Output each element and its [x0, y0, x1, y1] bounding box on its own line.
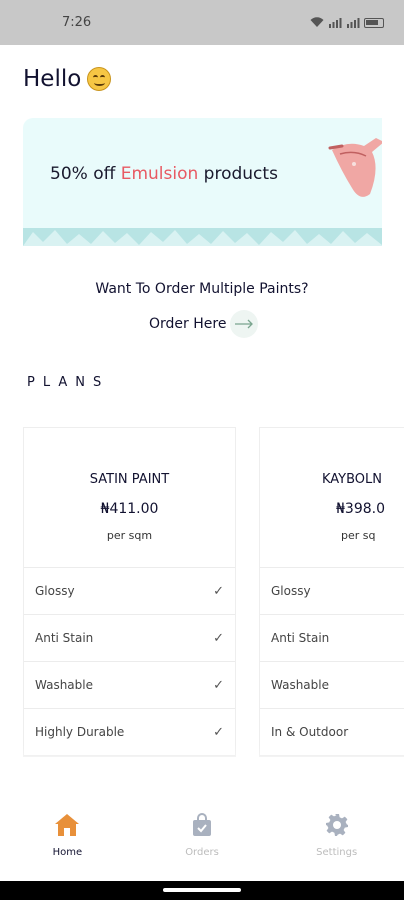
signal-icon-2 — [347, 18, 360, 28]
orders-bag-icon — [193, 813, 211, 836]
tab-settings[interactable]: Settings — [269, 785, 404, 881]
greeting-text: Hello — [23, 66, 82, 92]
tab-settings-label: Settings — [316, 847, 358, 858]
check-icon: ✓ — [213, 630, 224, 646]
feature-label: Highly Durable — [35, 725, 125, 739]
status-bar: 7:26 — [0, 0, 404, 45]
plan-card-kaybold[interactable]: KAYBOLN ₦398.0 per sq Glossy Anti Stain … — [259, 427, 404, 757]
status-icons — [310, 17, 384, 28]
gear-icon — [325, 814, 348, 836]
bottom-tab-bar: Home Orders Settings — [0, 785, 404, 881]
plan-header: SATIN PAINT ₦411.00 per sqm — [24, 428, 235, 568]
plan-price: ₦411.00 — [100, 501, 159, 517]
check-icon: ✓ — [213, 583, 224, 599]
plan-card-satin[interactable]: SATIN PAINT ₦411.00 per sqm Glossy ✓ Anti… — [23, 427, 236, 757]
plan-feature: Anti Stain ✓ — [24, 615, 235, 662]
feature-label: Glossy — [271, 584, 311, 598]
plan-name: KAYBOLN — [322, 472, 383, 487]
banner-suffix: products — [198, 164, 278, 184]
banner-highlight: Emulsion — [120, 164, 199, 184]
signal-icon — [329, 18, 342, 28]
plan-feature: Glossy ✓ — [24, 568, 235, 615]
plan-unit: per sqm — [106, 529, 153, 542]
plan-feature: Washable ✓ — [24, 662, 235, 709]
battery-icon — [364, 17, 384, 28]
plan-price: ₦398.0 — [336, 501, 385, 517]
feature-label: Anti Stain — [271, 631, 330, 645]
plan-feature: Washable — [260, 662, 404, 709]
check-icon: ✓ — [213, 677, 224, 693]
system-nav-bar — [0, 881, 404, 900]
tab-orders[interactable]: Orders — [135, 785, 270, 881]
plans-heading: PLANS — [27, 375, 110, 390]
tab-home-label: Home — [52, 847, 83, 858]
feature-label: Glossy — [35, 584, 75, 598]
scroll-fade — [0, 745, 404, 785]
feature-label: Washable — [35, 678, 93, 692]
order-here-label: Order Here — [149, 316, 227, 332]
smiley-emoji-icon — [87, 67, 112, 91]
tab-home[interactable]: Home — [0, 785, 135, 881]
home-gesture-pill[interactable] — [163, 888, 241, 892]
status-time: 7:26 — [62, 15, 92, 30]
banner-pattern-strip — [23, 228, 382, 246]
plan-name: SATIN PAINT — [89, 472, 170, 487]
check-icon: ✓ — [213, 724, 224, 740]
feature-label: Anti Stain — [35, 631, 94, 645]
feature-label: In & Outdoor — [271, 725, 349, 739]
tab-orders-label: Orders — [185, 847, 219, 858]
greeting: Hello — [23, 66, 112, 92]
wifi-icon — [310, 17, 324, 27]
multi-order-question: Want To Order Multiple Paints? — [95, 281, 309, 297]
arrow-right-icon — [230, 310, 259, 338]
plan-unit: per sq — [341, 529, 376, 542]
feature-label: Washable — [271, 678, 329, 692]
paint-brush-illustration — [328, 138, 382, 197]
plan-header: KAYBOLN ₦398.0 per sq — [260, 428, 404, 568]
plan-feature: Glossy — [260, 568, 404, 615]
promo-banner[interactable]: 50% off Emulsion products — [23, 118, 382, 246]
order-here-link[interactable]: Order Here — [149, 310, 259, 338]
banner-text: 50% off Emulsion products — [50, 164, 278, 184]
plan-feature: Anti Stain — [260, 615, 404, 662]
banner-prefix: 50% off — [50, 164, 121, 184]
home-icon — [55, 814, 80, 836]
